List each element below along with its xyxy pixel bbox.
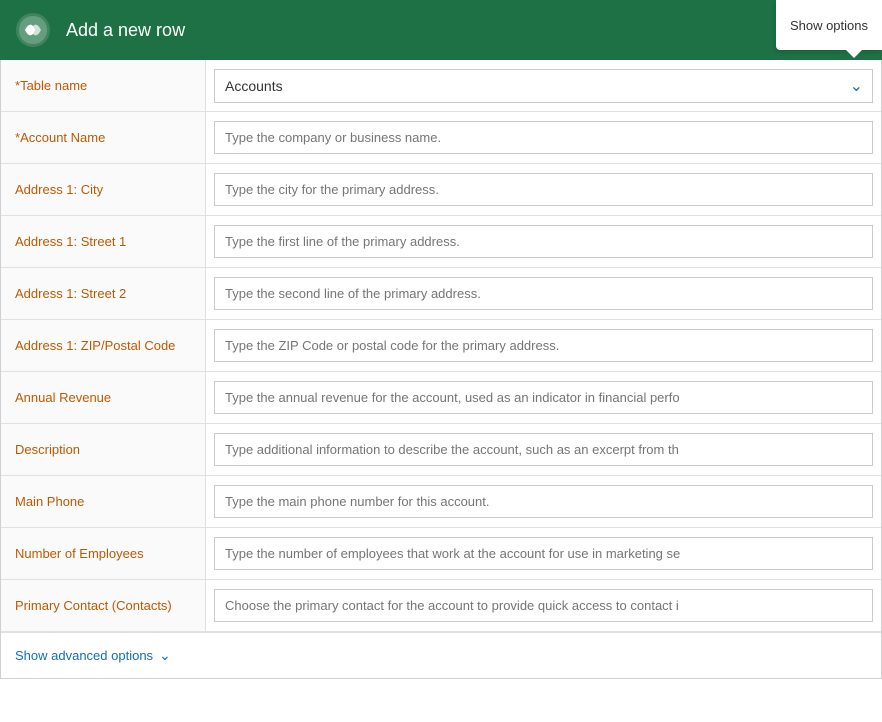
address-street2-label: Address 1: Street 2 bbox=[1, 268, 206, 319]
address-zip-row: Address 1: ZIP/Postal Code bbox=[1, 320, 881, 372]
address-city-field bbox=[206, 164, 881, 215]
description-row: Description bbox=[1, 424, 881, 476]
annual-revenue-label: Annual Revenue bbox=[1, 372, 206, 423]
main-phone-label: Main Phone bbox=[1, 476, 206, 527]
annual-revenue-field bbox=[206, 372, 881, 423]
address-street1-field bbox=[206, 216, 881, 267]
table-select-value: Accounts bbox=[225, 78, 283, 94]
description-field bbox=[206, 424, 881, 475]
form-container: Table name Accounts ⌄ Account Name Addre… bbox=[0, 60, 882, 679]
table-name-row: Table name Accounts ⌄ bbox=[1, 60, 881, 112]
main-phone-field bbox=[206, 476, 881, 527]
account-name-row: Account Name bbox=[1, 112, 881, 164]
app-header: Add a new row Show options bbox=[0, 0, 882, 60]
app-logo bbox=[12, 9, 54, 51]
annual-revenue-row: Annual Revenue bbox=[1, 372, 881, 424]
primary-contact-label: Primary Contact (Contacts) bbox=[1, 580, 206, 631]
address-street2-input[interactable] bbox=[214, 277, 873, 310]
annual-revenue-input[interactable] bbox=[214, 381, 873, 414]
address-city-label: Address 1: City bbox=[1, 164, 206, 215]
address-street2-row: Address 1: Street 2 bbox=[1, 268, 881, 320]
chevron-down-icon: ⌄ bbox=[159, 647, 171, 664]
account-name-label: Account Name bbox=[1, 112, 206, 163]
primary-contact-field bbox=[206, 580, 881, 631]
address-street1-label: Address 1: Street 1 bbox=[1, 216, 206, 267]
main-phone-row: Main Phone bbox=[1, 476, 881, 528]
table-select-display[interactable]: Accounts ⌄ bbox=[214, 69, 873, 103]
address-street2-field bbox=[206, 268, 881, 319]
primary-contact-row: Primary Contact (Contacts) bbox=[1, 580, 881, 632]
page-title: Add a new row bbox=[66, 20, 185, 41]
table-name-field: Accounts ⌄ bbox=[206, 60, 881, 111]
account-name-input[interactable] bbox=[214, 121, 873, 154]
address-street1-input[interactable] bbox=[214, 225, 873, 258]
chevron-down-icon: ⌄ bbox=[850, 76, 863, 96]
address-street1-row: Address 1: Street 1 bbox=[1, 216, 881, 268]
address-city-input[interactable] bbox=[214, 173, 873, 206]
num-employees-input[interactable] bbox=[214, 537, 873, 570]
num-employees-label: Number of Employees bbox=[1, 528, 206, 579]
address-zip-field bbox=[206, 320, 881, 371]
account-name-field bbox=[206, 112, 881, 163]
address-zip-input[interactable] bbox=[214, 329, 873, 362]
table-select-wrapper[interactable]: Accounts ⌄ bbox=[214, 69, 873, 103]
num-employees-field bbox=[206, 528, 881, 579]
address-zip-label: Address 1: ZIP/Postal Code bbox=[1, 320, 206, 371]
main-phone-input[interactable] bbox=[214, 485, 873, 518]
show-advanced-options[interactable]: Show advanced options ⌄ bbox=[1, 632, 881, 678]
num-employees-row: Number of Employees bbox=[1, 528, 881, 580]
table-name-label: Table name bbox=[1, 60, 206, 111]
show-options-button[interactable]: Show options bbox=[776, 0, 882, 50]
description-label: Description bbox=[1, 424, 206, 475]
show-advanced-label: Show advanced options bbox=[15, 648, 153, 663]
primary-contact-input[interactable] bbox=[214, 589, 873, 622]
description-input[interactable] bbox=[214, 433, 873, 466]
address-city-row: Address 1: City bbox=[1, 164, 881, 216]
